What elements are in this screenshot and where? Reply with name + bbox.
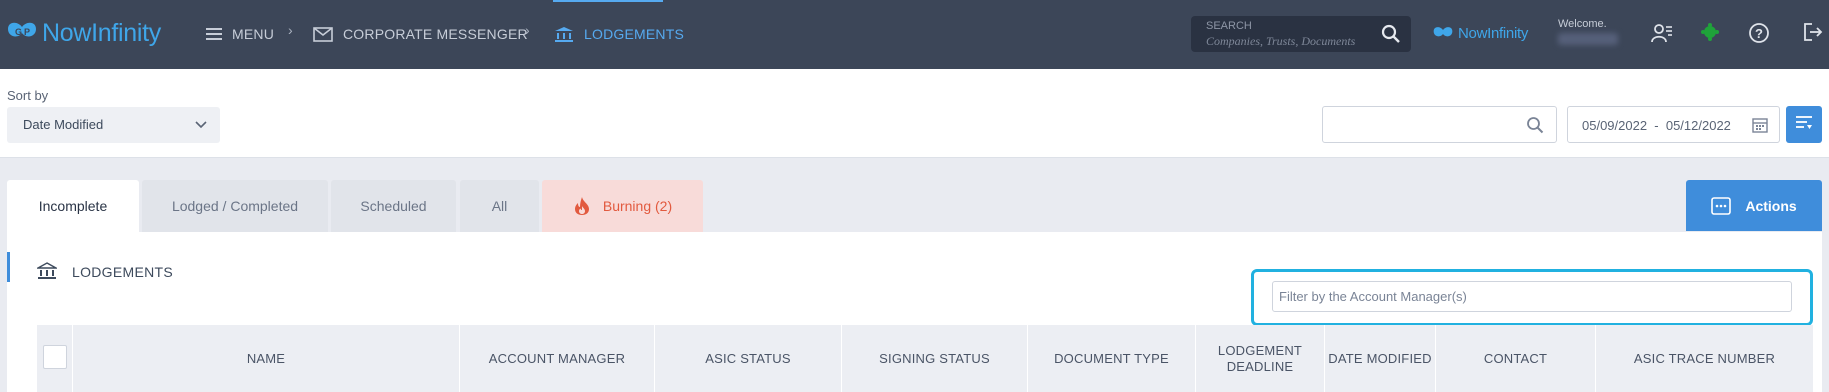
breadcrumb-separator: › bbox=[525, 22, 530, 38]
search-icon bbox=[1526, 116, 1544, 139]
column-header-asic-status[interactable]: ASIC STATUS bbox=[655, 325, 842, 392]
chevron-down-icon bbox=[194, 117, 208, 136]
logout-icon[interactable] bbox=[1803, 22, 1823, 42]
envelope-icon bbox=[313, 26, 333, 42]
svg-text:G: G bbox=[15, 27, 22, 37]
sort-by-select[interactable]: Date Modified bbox=[7, 107, 220, 143]
panel-heading: LODGEMENTS bbox=[37, 262, 173, 281]
tab-label: Burning (2) bbox=[602, 198, 673, 214]
help-icon[interactable]: ? bbox=[1748, 22, 1770, 44]
panel-title: LODGEMENTS bbox=[72, 263, 174, 280]
svg-text:?: ? bbox=[1755, 26, 1763, 41]
advanced-filter-button[interactable] bbox=[1786, 106, 1822, 143]
sort-by-value: Date Modified bbox=[23, 117, 104, 132]
calendar-icon bbox=[1751, 116, 1769, 139]
date-range-value: 05/09/2022 - 05/12/2022 bbox=[1582, 118, 1731, 133]
column-header-date-modified[interactable]: DATE MODIFIED bbox=[1325, 325, 1436, 392]
brand-name: NowInfinity bbox=[42, 18, 161, 47]
date-range-picker[interactable]: 05/09/2022 - 05/12/2022 bbox=[1567, 106, 1780, 143]
search-label: SEARCH bbox=[1206, 20, 1252, 32]
menu-button[interactable]: MENU bbox=[206, 22, 274, 46]
breadcrumb-label: LODGEMENTS bbox=[584, 26, 685, 42]
tab-label: Scheduled bbox=[360, 198, 427, 214]
tab-lodged-completed[interactable]: Lodged / Completed bbox=[142, 180, 328, 232]
select-all-checkbox[interactable] bbox=[43, 345, 67, 369]
brand-logo-icon bbox=[1433, 26, 1453, 36]
svg-text:P: P bbox=[24, 27, 30, 37]
table-header: NAME ACCOUNT MANAGER ASIC STATUS SIGNING… bbox=[37, 325, 1813, 392]
brand-name-small: NowInfinity bbox=[1458, 25, 1529, 42]
user-name-redacted bbox=[1558, 33, 1618, 45]
column-header-asic-trace-number[interactable]: ASIC TRACE NUMBER bbox=[1596, 325, 1813, 392]
column-header-name[interactable]: NAME bbox=[73, 325, 460, 392]
filter-list-icon bbox=[1795, 114, 1813, 135]
tab-label: All bbox=[491, 198, 508, 214]
breadcrumb-corporate-messenger[interactable]: CORPORATE MESSENGER bbox=[313, 22, 528, 46]
more-options-icon bbox=[1711, 196, 1732, 215]
app-logo[interactable]: GP NowInfinity bbox=[6, 16, 161, 50]
actions-button[interactable]: Actions bbox=[1686, 180, 1822, 231]
top-navbar: GP NowInfinity MENU › CORPORATE MESSENGE… bbox=[0, 0, 1829, 69]
column-header-signing-status[interactable]: SIGNING STATUS bbox=[842, 325, 1028, 392]
user-list-icon[interactable] bbox=[1651, 22, 1673, 44]
breadcrumb-lodgements[interactable]: LODGEMENTS bbox=[554, 22, 684, 46]
account-manager-filter-input[interactable] bbox=[1272, 281, 1792, 312]
sort-by-label: Sort by bbox=[7, 88, 49, 103]
select-all-cell bbox=[37, 325, 73, 392]
column-header-contact[interactable]: CONTACT bbox=[1436, 325, 1596, 392]
active-nav-indicator bbox=[553, 0, 663, 2]
tab-scheduled[interactable]: Scheduled bbox=[331, 180, 456, 232]
welcome-text: Welcome. bbox=[1558, 18, 1607, 30]
column-header-lodgement-deadline[interactable]: LODGEMENT DEADLINE bbox=[1196, 325, 1325, 392]
actions-label: Actions bbox=[1745, 197, 1797, 214]
brand-logo-icon: GP bbox=[6, 21, 38, 45]
bank-icon bbox=[554, 26, 574, 43]
hamburger-icon bbox=[206, 27, 222, 41]
flame-icon bbox=[573, 196, 591, 216]
brand-logo-small: NowInfinity bbox=[1432, 25, 1528, 42]
column-header-document-type[interactable]: DOCUMENT TYPE bbox=[1028, 325, 1196, 392]
global-search[interactable]: SEARCH Companies, Trusts, Documents bbox=[1191, 16, 1411, 52]
search-placeholder: Companies, Trusts, Documents bbox=[1206, 34, 1356, 48]
breadcrumb-separator: › bbox=[288, 22, 293, 38]
menu-label: MENU bbox=[232, 26, 275, 42]
tab-label: Lodged / Completed bbox=[171, 198, 299, 214]
tab-label: Incomplete bbox=[38, 198, 108, 214]
tab-all[interactable]: All bbox=[460, 180, 539, 232]
search-icon[interactable] bbox=[1381, 24, 1401, 49]
panel-accent-bar bbox=[7, 252, 10, 282]
tab-incomplete[interactable]: Incomplete bbox=[7, 180, 139, 232]
tab-burning[interactable]: Burning (2) bbox=[542, 180, 703, 232]
column-header-account-manager[interactable]: ACCOUNT MANAGER bbox=[460, 325, 655, 392]
breadcrumb-label: CORPORATE MESSENGER bbox=[343, 26, 528, 42]
bank-icon bbox=[37, 262, 57, 281]
status-indicator-icon[interactable] bbox=[1700, 22, 1720, 42]
lodgement-search-input[interactable] bbox=[1322, 106, 1557, 143]
